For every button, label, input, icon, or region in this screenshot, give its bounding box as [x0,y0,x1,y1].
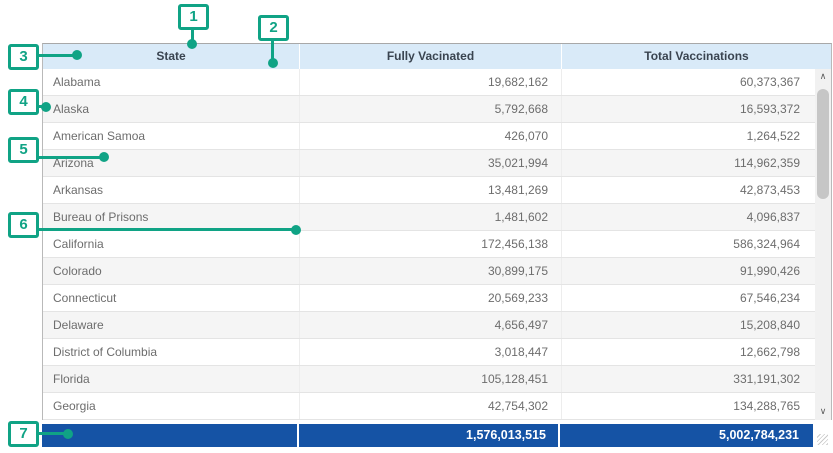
state-cell: Colorado [43,258,300,284]
callout-6-badge: 6 [8,212,39,238]
value-cell: 30,899,175 [300,258,562,284]
value-cell: 114,962,359 [562,150,814,176]
table-row[interactable]: Delaware4,656,49715,208,840 [43,312,815,339]
scroll-up-icon[interactable]: ∧ [815,69,831,85]
table-row[interactable]: Florida105,128,451331,191,302 [43,366,815,393]
table-row[interactable]: Bureau of Prisons1,481,6024,096,837 [43,204,815,231]
callout-6-dot [291,225,301,235]
table-row[interactable]: District of Columbia3,018,44712,662,798 [43,339,815,366]
value-cell: 105,128,451 [300,366,562,392]
value-cell: 4,096,837 [562,204,814,230]
table-row[interactable]: Arizona35,021,994114,962,359 [43,150,815,177]
state-cell: Alaska [43,96,300,122]
value-cell: 426,070 [300,123,562,149]
state-cell: Alabama [43,69,300,95]
table-row[interactable]: American Samoa426,0701,264,522 [43,123,815,150]
state-cell: American Samoa [43,123,300,149]
table-row[interactable]: Arkansas13,481,26942,873,453 [43,177,815,204]
value-cell: 1,264,522 [562,123,814,149]
value-cell: 4,656,497 [300,312,562,338]
value-cell: 91,990,426 [562,258,814,284]
value-cell: 35,021,994 [300,150,562,176]
state-cell: California [43,231,300,257]
callout-1-badge: 1 [178,4,209,30]
value-cell: 172,456,138 [300,231,562,257]
state-cell: Georgia [43,393,300,419]
value-cell: 42,754,302 [300,393,562,419]
value-cell: 12,662,798 [562,339,814,365]
state-cell: Bureau of Prisons [43,204,300,230]
state-cell: District of Columbia [43,339,300,365]
callout-7-dot [63,429,73,439]
resize-grip-icon[interactable] [817,434,828,445]
column-header-total-vaccinations[interactable]: Total Vaccinations [562,44,831,69]
scrollbar-thumb[interactable] [817,89,829,199]
value-cell: 16,593,372 [562,96,814,122]
value-cell: 13,481,269 [300,177,562,203]
value-cell: 1,481,602 [300,204,562,230]
callout-4-badge: 4 [8,89,39,115]
callout-7-badge: 7 [8,421,39,447]
data-table: State Fully Vacinated Total Vaccinations… [42,43,832,420]
value-cell: 67,546,234 [562,285,814,311]
table-header-row: State Fully Vacinated Total Vaccinations [43,44,831,69]
callout-5-connector [39,156,104,159]
state-cell: Delaware [43,312,300,338]
totals-state-cell [42,424,299,447]
table-row[interactable]: California172,456,138586,324,964 [43,231,815,258]
value-cell: 15,208,840 [562,312,814,338]
table-row[interactable]: Georgia42,754,302134,288,765 [43,393,815,420]
table-body: Alabama19,682,16260,373,367Alaska5,792,6… [43,69,815,420]
table-row[interactable]: Connecticut20,569,23367,546,234 [43,285,815,312]
totals-fully-vaccinated-value: 1,576,013,515 [299,424,560,447]
value-cell: 42,873,453 [562,177,814,203]
value-cell: 134,288,765 [562,393,814,419]
callout-2-dot [268,58,278,68]
value-cell: 20,569,233 [300,285,562,311]
value-cell: 3,018,447 [300,339,562,365]
value-cell: 60,373,367 [562,69,814,95]
vertical-scrollbar[interactable]: ∧ ∨ [815,69,831,420]
callout-5-dot [99,152,109,162]
value-cell: 331,191,302 [562,366,814,392]
callout-2-badge: 2 [258,15,289,41]
scroll-down-icon[interactable]: ∨ [815,404,831,420]
state-cell: Florida [43,366,300,392]
state-cell: Arkansas [43,177,300,203]
totals-row: 1,576,013,515 5,002,784,231 [42,424,813,447]
table-row[interactable]: Alabama19,682,16260,373,367 [43,69,815,96]
table-row[interactable]: Alaska5,792,66816,593,372 [43,96,815,123]
totals-total-vaccinations-value: 5,002,784,231 [560,424,811,447]
callout-1-dot [187,39,197,49]
column-header-fully-vaccinated[interactable]: Fully Vacinated [300,44,562,69]
callout-3-badge: 3 [8,44,39,70]
callout-6-connector [39,228,296,231]
callout-4-dot [41,102,51,112]
callout-5-badge: 5 [8,137,39,163]
table-row[interactable]: Colorado30,899,17591,990,426 [43,258,815,285]
value-cell: 586,324,964 [562,231,814,257]
value-cell: 19,682,162 [300,69,562,95]
callout-3-dot [72,50,82,60]
state-cell: Arizona [43,150,300,176]
value-cell: 5,792,668 [300,96,562,122]
state-cell: Connecticut [43,285,300,311]
page: State Fully Vacinated Total Vaccinations… [0,0,833,453]
